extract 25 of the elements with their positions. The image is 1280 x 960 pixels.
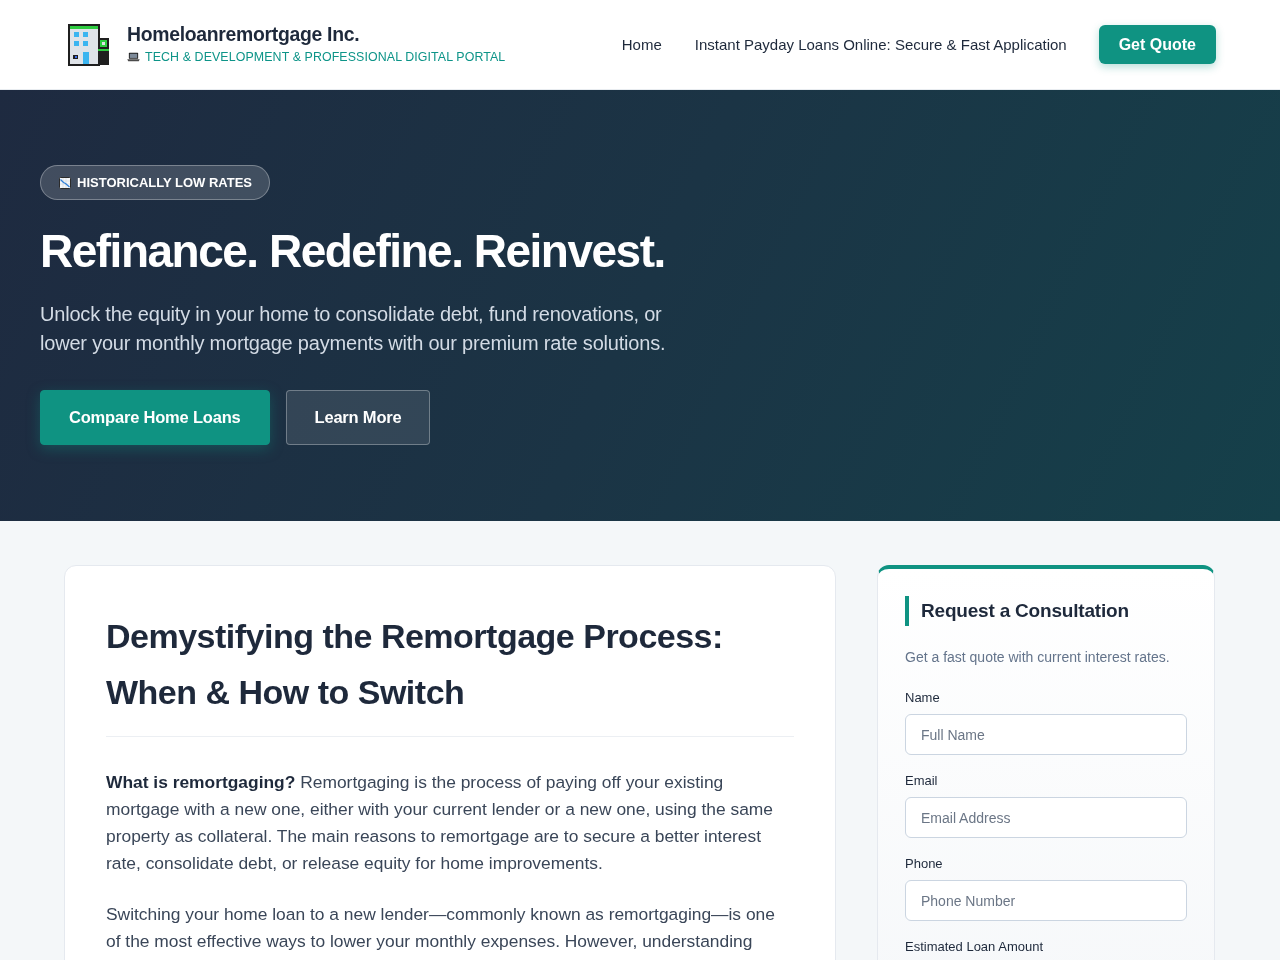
input-field[interactable]: Phone Number <box>905 880 1187 921</box>
article-title: Demystifying the Remortgage Process: When & How to Switch <box>106 608 794 737</box>
field-label: Email <box>905 772 938 790</box>
brand-tagline: TECH & DEVELOPMENT & PROFESSIONAL DIGITAL PORTAL <box>145 50 506 64</box>
field-label: Estimated Loan Amount <box>905 938 1044 956</box>
primary-button[interactable]: Compare Home Loans <box>40 390 270 445</box>
get-quote-button[interactable]: Get Quote <box>1098 25 1216 64</box>
laptop-icon <box>127 52 140 62</box>
input-field[interactable]: Email Address <box>905 797 1187 838</box>
nav-link[interactable]: Home <box>621 36 662 53</box>
badge-label: HISTORICALLY LOW RATES <box>77 175 253 190</box>
nav-link[interactable]: Instant Payday Loans Online: Secure & Fast Application <box>694 36 1067 53</box>
secondary-button[interactable]: Learn More <box>285 390 431 445</box>
hero-title: Refinance. Redefine. Reinvest. <box>40 224 665 279</box>
form-subtitle: Get a fast quote with current interest rates. <box>905 648 1171 667</box>
form-title: Request a Consultation <box>905 596 1187 626</box>
input-field[interactable]: Full Name <box>905 714 1187 755</box>
hero-subtitle: Unlock the equity in your home to consolidate debt, fund renovations, or lower your monthly mortgage payments with our premium rate solutions. <box>40 302 667 356</box>
chart-down-icon <box>59 176 71 189</box>
article-paragraph: Switching your home loan to a new lender—commonly known as remortgaging—is one of the most effective ways to lower your monthly expenses. However, understanding <box>106 903 776 953</box>
article-paragraph: What is remortgaging? Remortgaging is the process of paying off your existing mortgage with a new one, either with your current lender or a new one, using the same property as collateral. The main reasons to remortgage are to secure a better interest rate, consolidate debt, or release equity for home improvements. <box>106 771 774 875</box>
building-icon <box>68 23 110 66</box>
field-label: Phone <box>905 855 943 873</box>
brand-name: Homeloanremortgage Inc. <box>127 23 361 46</box>
field-label: Name <box>905 689 940 707</box>
